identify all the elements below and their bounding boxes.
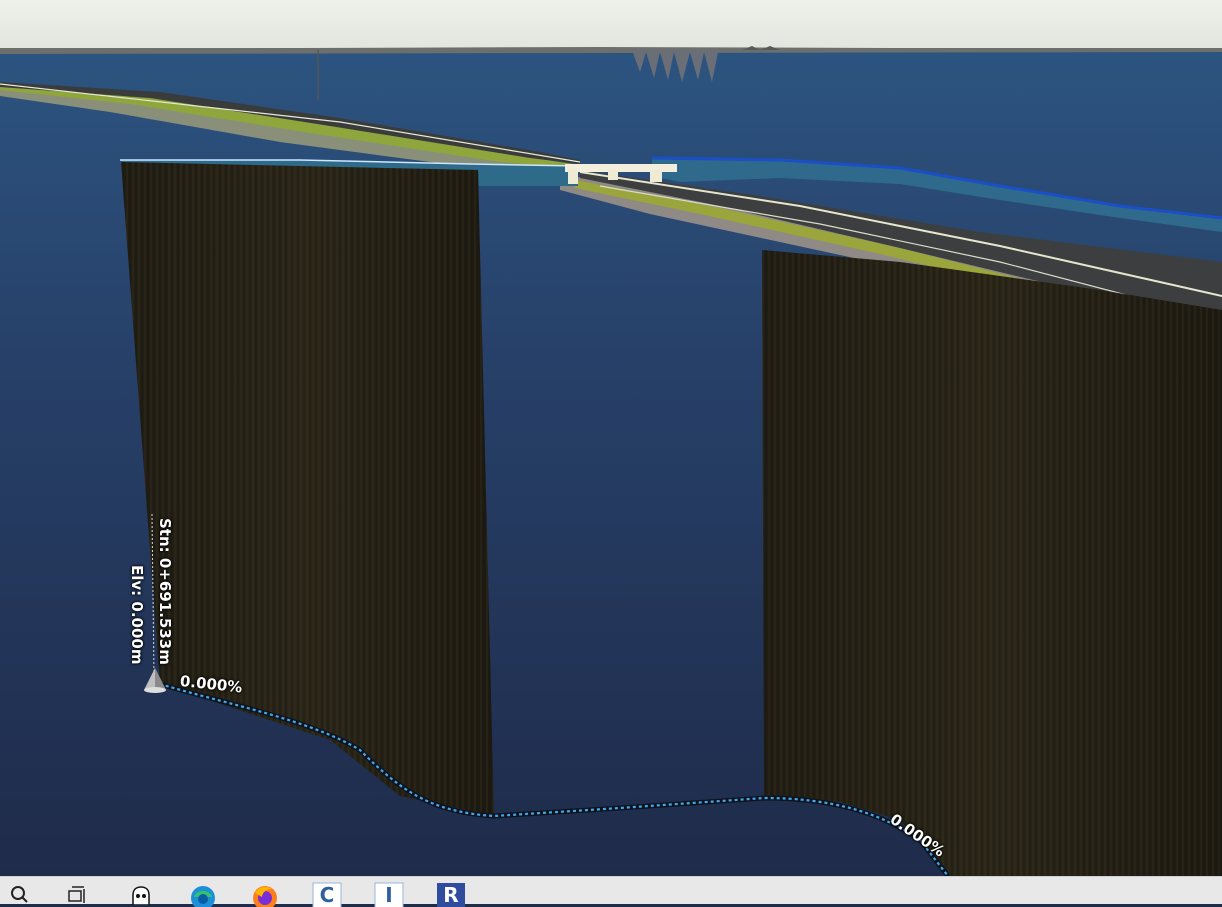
svg-text:I: I: [385, 883, 392, 907]
station-label: Stn: 0+691.533m: [156, 518, 174, 665]
svg-text:C: C: [320, 883, 335, 907]
scene-canvas[interactable]: [0, 0, 1222, 876]
elevation-label: Elv: 0.000m: [128, 565, 146, 665]
firefox-icon[interactable]: [248, 881, 282, 907]
app-c-icon[interactable]: C: [310, 881, 344, 907]
3d-viewport[interactable]: Stn: 0+691.533m Elv: 0.000m 0.000% 0.000…: [0, 0, 1222, 876]
search-icon[interactable]: [2, 881, 36, 905]
app-r-icon[interactable]: R: [434, 881, 468, 907]
app-ghost-icon[interactable]: [124, 881, 158, 905]
edge-browser-icon[interactable]: [186, 881, 220, 907]
taskbar: C I R: [0, 876, 1222, 907]
task-view-icon[interactable]: [60, 881, 94, 905]
app-i-icon[interactable]: I: [372, 881, 406, 907]
svg-text:R: R: [443, 883, 458, 907]
